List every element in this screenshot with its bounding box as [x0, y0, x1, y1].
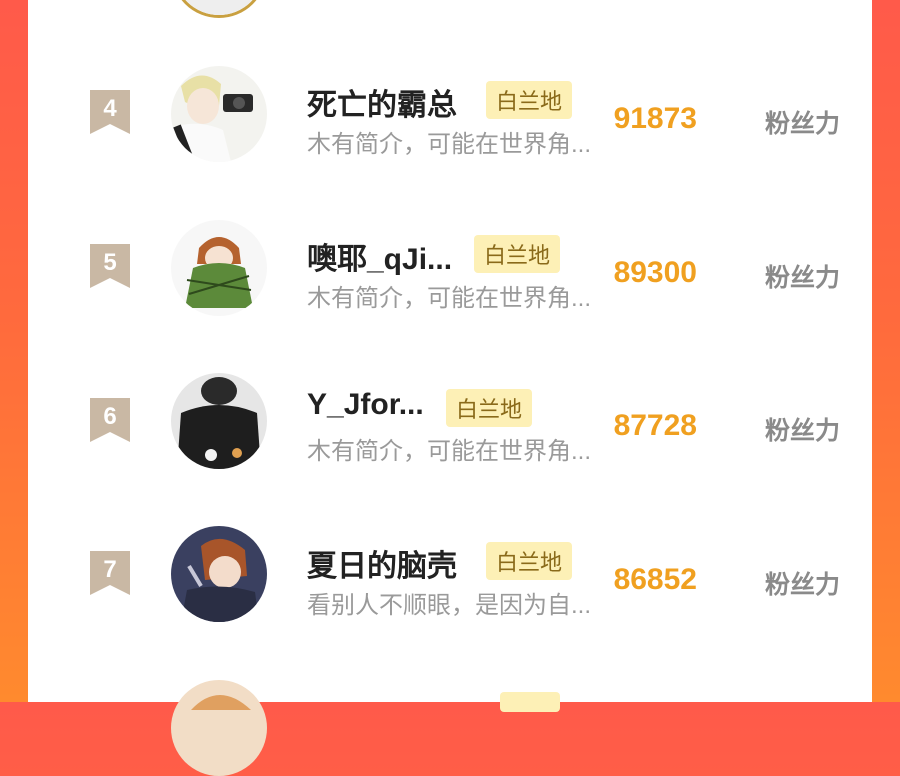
user-intro: 木有简介，可能在世界角... [307, 438, 592, 465]
level-badge [500, 692, 560, 712]
fan-score-unit: 粉丝力 [765, 417, 841, 445]
fan-score-unit: 粉丝力 [765, 110, 841, 138]
avatar[interactable] [171, 0, 267, 18]
fan-score: 87728 [613, 409, 697, 442]
fan-score-unit: 粉丝力 [765, 571, 841, 599]
rank-ribbon: 4 [88, 90, 132, 134]
level-badge: 白兰地 [446, 389, 533, 427]
user-name[interactable]: 噢耶_qJi... [307, 234, 452, 278]
avatar[interactable] [171, 526, 267, 622]
rank-ribbon: 5 [88, 244, 132, 288]
fan-score: 89300 [613, 256, 697, 289]
user-intro: 看别人不顺眼，是因为自... [307, 592, 592, 619]
user-name[interactable]: 死亡的霸总 [307, 80, 457, 124]
level-badge: 白兰地 [486, 81, 573, 119]
avatar[interactable] [171, 220, 267, 316]
level-badge: 白兰地 [486, 542, 573, 580]
user-intro: 木有简介，可能在世界角... [307, 131, 592, 158]
fan-score-unit: 粉丝力 [765, 264, 841, 292]
avatar[interactable] [171, 66, 267, 162]
rank-ribbon: 6 [88, 398, 132, 442]
avatar[interactable] [171, 680, 267, 776]
rank-ribbon: 7 [88, 551, 132, 595]
avatar[interactable] [171, 373, 267, 469]
user-intro: 木有简介，可能在世界角... [307, 285, 592, 312]
ranking-card: 4 死亡的霸总 白兰地 木有简介，可能在世界角... 91873 粉丝力 5 噢… [28, 0, 872, 776]
fan-score: 91873 [613, 102, 697, 135]
user-name[interactable]: Y_Jfor... [307, 388, 424, 422]
user-name[interactable]: 夏日的脑壳 [307, 541, 457, 585]
fan-score: 86852 [613, 563, 697, 596]
level-badge: 白兰地 [474, 235, 561, 273]
